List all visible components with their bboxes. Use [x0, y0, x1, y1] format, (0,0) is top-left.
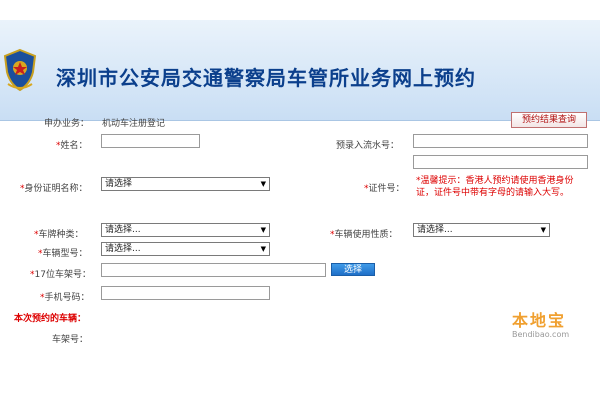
appointment-query-button[interactable]: 预约结果查询 — [511, 112, 587, 128]
vin-input[interactable] — [101, 263, 326, 277]
frame-no-label: 车架号： — [52, 335, 89, 345]
vin-label: *17位车架号： — [30, 270, 91, 280]
serial-number-input-2[interactable] — [413, 155, 588, 169]
page-title: 深圳市公安局交通警察局车管所业务网上预约 — [56, 66, 476, 90]
id-type-selected: 请选择 — [105, 179, 133, 189]
business-label: 申办业务： — [44, 119, 90, 129]
usage-selected: 请选择... — [417, 225, 453, 235]
vehicle-model-selected: 请选择... — [105, 244, 141, 254]
business-value: 机动车注册登记 — [102, 119, 166, 129]
watermark-url: Bendibao.com — [512, 330, 570, 339]
select-button[interactable]: 选择 — [331, 263, 375, 276]
phone-input[interactable] — [101, 286, 270, 300]
name-label: *姓名： — [56, 141, 88, 151]
chevron-down-icon: ▼ — [540, 226, 546, 234]
plate-type-label: *车牌种类： — [34, 230, 84, 240]
watermark-logo: 本地宝 — [512, 311, 567, 330]
id-type-label: *身份证明名称： — [20, 184, 88, 194]
phone-label: *手机号码： — [40, 293, 90, 303]
usage-label: *车辆使用性质： — [330, 230, 398, 240]
id-type-select[interactable]: 请选择 ▼ — [101, 177, 270, 191]
plate-type-select[interactable]: 请选择... ▼ — [101, 223, 270, 237]
name-input[interactable] — [101, 134, 200, 148]
vehicle-model-select[interactable]: 请选择... ▼ — [101, 242, 270, 256]
hint-text: *温馨提示：香港人预约请使用香港身份证，证件号中带有字母的请输入大写。 — [416, 176, 574, 198]
chevron-down-icon: ▼ — [260, 180, 266, 188]
section-title: 本次预约的车辆： — [14, 314, 87, 324]
chevron-down-icon: ▼ — [260, 226, 266, 234]
usage-select[interactable]: 请选择... ▼ — [413, 223, 550, 237]
cert-no-label: *证件号： — [364, 184, 405, 194]
page-header: 深圳市公安局交通警察局车管所业务网上预约 — [0, 20, 600, 120]
police-emblem-icon — [3, 48, 37, 92]
serial-number-input[interactable] — [413, 134, 588, 148]
chevron-down-icon: ▼ — [260, 245, 266, 253]
serial-label: 预录入流水号： — [336, 141, 400, 151]
plate-type-selected: 请选择... — [105, 225, 141, 235]
vehicle-model-label: *车辆型号： — [38, 249, 88, 259]
